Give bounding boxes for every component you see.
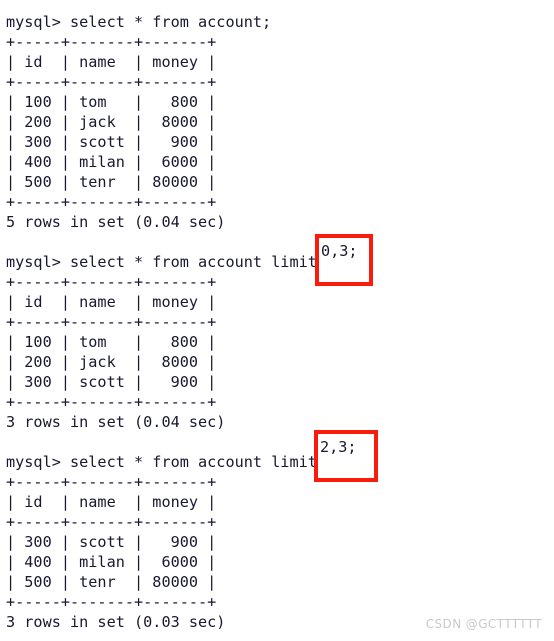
command-line-3: mysql> select * from account limit 2,3; xyxy=(6,453,363,471)
table-divider-mid-1: +-----+-------+-------+ xyxy=(6,73,217,91)
table-divider-mid-2: +-----+-------+-------+ xyxy=(6,313,217,331)
table-row: | 500 | tenr | 80000 | xyxy=(6,173,217,191)
table-divider-top-1: +-----+-------+-------+ xyxy=(6,33,217,51)
table-header-1: | id | name | money | xyxy=(6,53,217,71)
terminal-window[interactable]: mysql> select * from account; +-----+---… xyxy=(0,0,554,641)
table-row: | 300 | scott | 900 | xyxy=(6,133,217,151)
table-divider-bottom-2: +-----+-------+-------+ xyxy=(6,393,217,411)
annotation-box-limit-offset-2-text: 2,3; xyxy=(320,438,357,456)
annotation-box-limit-offset-0-text: 0,3; xyxy=(321,242,358,260)
status-line-2: 3 rows in set (0.04 sec) xyxy=(6,413,226,431)
annotation-box-limit-offset-2: 2,3; xyxy=(314,430,378,482)
table-row: | 300 | scott | 900 | xyxy=(6,533,217,551)
table-header-2: | id | name | money | xyxy=(6,293,217,311)
command-line-1: mysql> select * from account; xyxy=(6,13,272,31)
table-divider-top-3: +-----+-------+-------+ xyxy=(6,473,217,491)
table-row: | 200 | jack | 8000 | xyxy=(6,353,217,371)
table-row: | 400 | milan | 6000 | xyxy=(6,153,217,171)
annotation-box-limit-offset-0: 0,3; xyxy=(315,234,373,286)
table-row: | 100 | tom | 800 | xyxy=(6,333,217,351)
command-line-2: mysql> select * from account limit 0,3; xyxy=(6,253,363,271)
query-block-2: mysql> select * from account limit 0,3; … xyxy=(6,252,554,432)
table-divider-bottom-3: +-----+-------+-------+ xyxy=(6,593,217,611)
table-row: | 100 | tom | 800 | xyxy=(6,93,217,111)
table-row: | 200 | jack | 8000 | xyxy=(6,113,217,131)
table-divider-top-2: +-----+-------+-------+ xyxy=(6,273,217,291)
table-divider-bottom-1: +-----+-------+-------+ xyxy=(6,193,217,211)
table-header-3: | id | name | money | xyxy=(6,493,217,511)
query-block-1: mysql> select * from account; +-----+---… xyxy=(6,12,554,232)
query-block-3: mysql> select * from account limit 2,3; … xyxy=(6,452,554,632)
table-row: | 300 | scott | 900 | xyxy=(6,373,217,391)
table-divider-mid-3: +-----+-------+-------+ xyxy=(6,513,217,531)
table-row: | 500 | tenr | 80000 | xyxy=(6,573,217,591)
table-row: | 400 | milan | 6000 | xyxy=(6,553,217,571)
csdn-watermark: CSDN @GCTTTTTT xyxy=(425,617,542,631)
status-line-1: 5 rows in set (0.04 sec) xyxy=(6,213,226,231)
